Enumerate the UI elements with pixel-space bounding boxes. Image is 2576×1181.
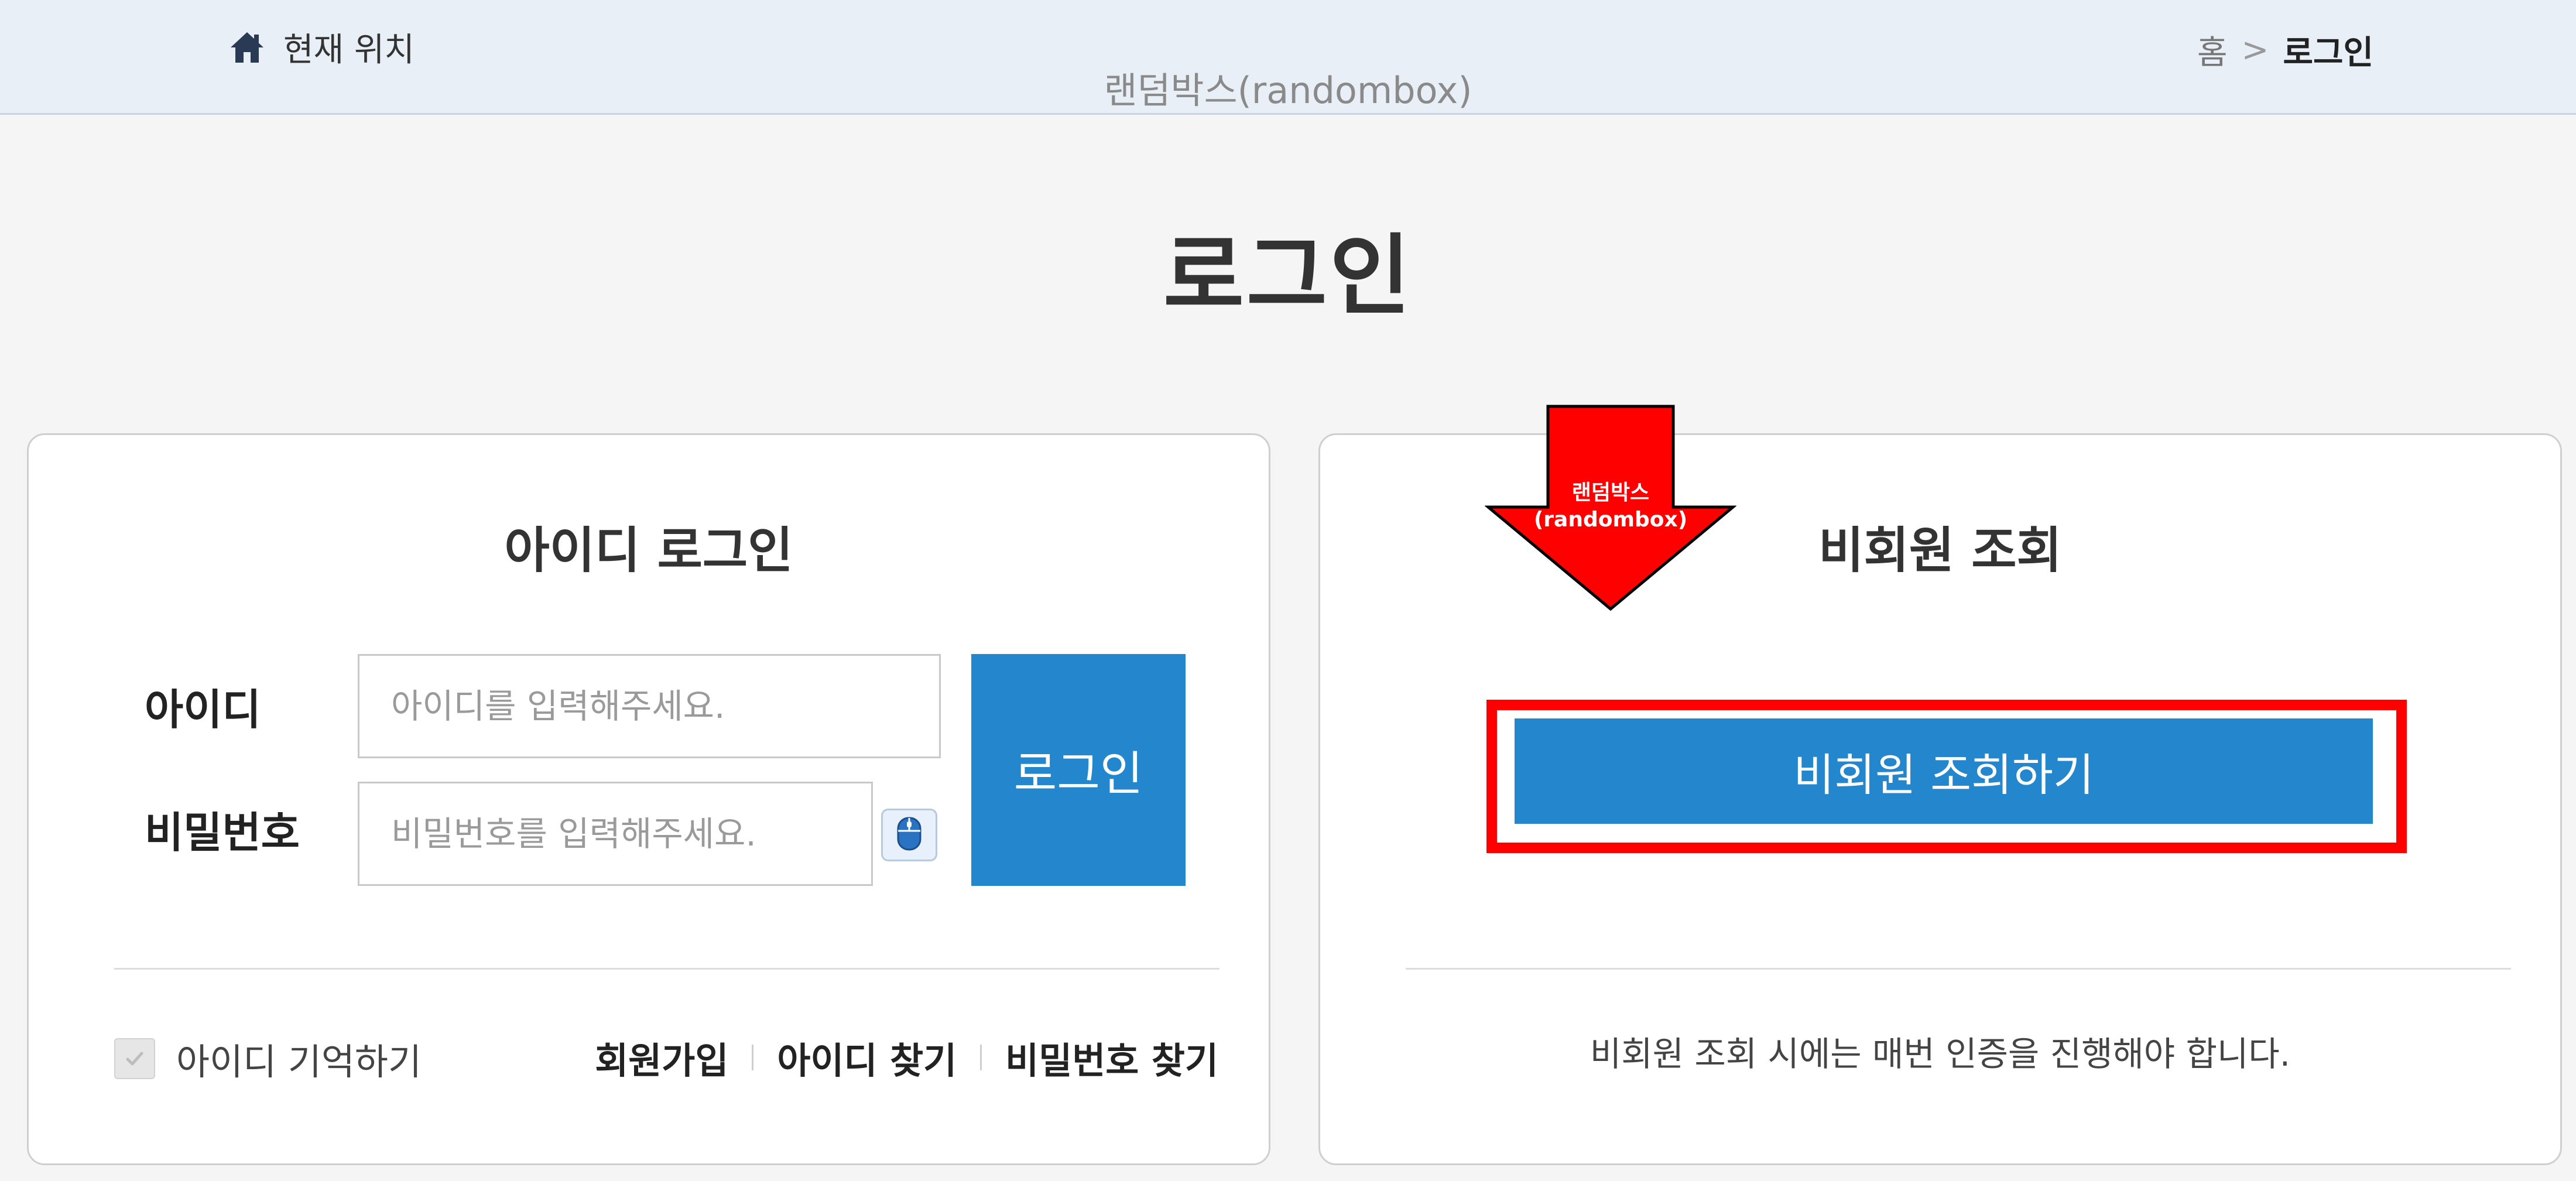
account-links: 회원가입 아이디 찾기 비밀번호 찾기: [595, 1031, 1218, 1084]
check-icon: [126, 1052, 143, 1066]
highlight-box: 비회원 조회하기: [1486, 700, 2407, 853]
virtual-keyboard-button[interactable]: [881, 809, 937, 861]
watermark-text: 랜덤박스(randombox): [1104, 69, 1472, 112]
id-input[interactable]: [358, 654, 941, 758]
arrow-label: 랜덤박스: [1571, 481, 1650, 505]
breadcrumb-current: 로그인: [2283, 34, 2373, 72]
find-id-link[interactable]: 아이디 찾기: [777, 1031, 957, 1084]
divider: [114, 968, 1220, 970]
page-title: 로그인: [1163, 225, 1413, 327]
guest-notice: 비회원 조회 시에는 매번 인증을 진행해야 합니다.: [1590, 1034, 2291, 1074]
login-button[interactable]: 로그인: [971, 654, 1186, 886]
password-label: 비밀번호: [145, 808, 300, 857]
home-icon: [228, 29, 266, 66]
signup-link[interactable]: 회원가입: [595, 1031, 728, 1084]
breadcrumb-home[interactable]: 홈: [2197, 26, 2228, 74]
link-divider: [980, 1045, 982, 1070]
remember-checkbox[interactable]: [114, 1038, 155, 1079]
remember-label: 아이디 기억하기: [176, 1040, 422, 1083]
guest-lookup-button[interactable]: 비회원 조회하기: [1515, 718, 2373, 824]
id-label: 아이디: [145, 685, 261, 734]
id-login-card: 아이디 로그인 아이디 비밀번호 로그인 아이디 기억하기 회원가입 아이디 찾…: [27, 433, 1270, 1165]
remember-id[interactable]: 아이디 기억하기: [114, 1032, 422, 1085]
arrow-label-sub: (randombox): [1533, 508, 1688, 532]
divider: [1406, 968, 2511, 970]
location-bar: 현재 위치 랜덤박스(randombox) 홈 > 로그인: [0, 0, 2576, 115]
breadcrumb: 홈 > 로그인: [2197, 26, 2373, 74]
find-password-link[interactable]: 비밀번호 찾기: [1005, 1031, 1218, 1084]
password-input[interactable]: [358, 782, 873, 886]
link-divider: [752, 1045, 754, 1070]
id-login-title: 아이디 로그인: [504, 522, 793, 579]
mouse-icon: [895, 816, 924, 854]
breadcrumb-separator: >: [2241, 31, 2269, 69]
